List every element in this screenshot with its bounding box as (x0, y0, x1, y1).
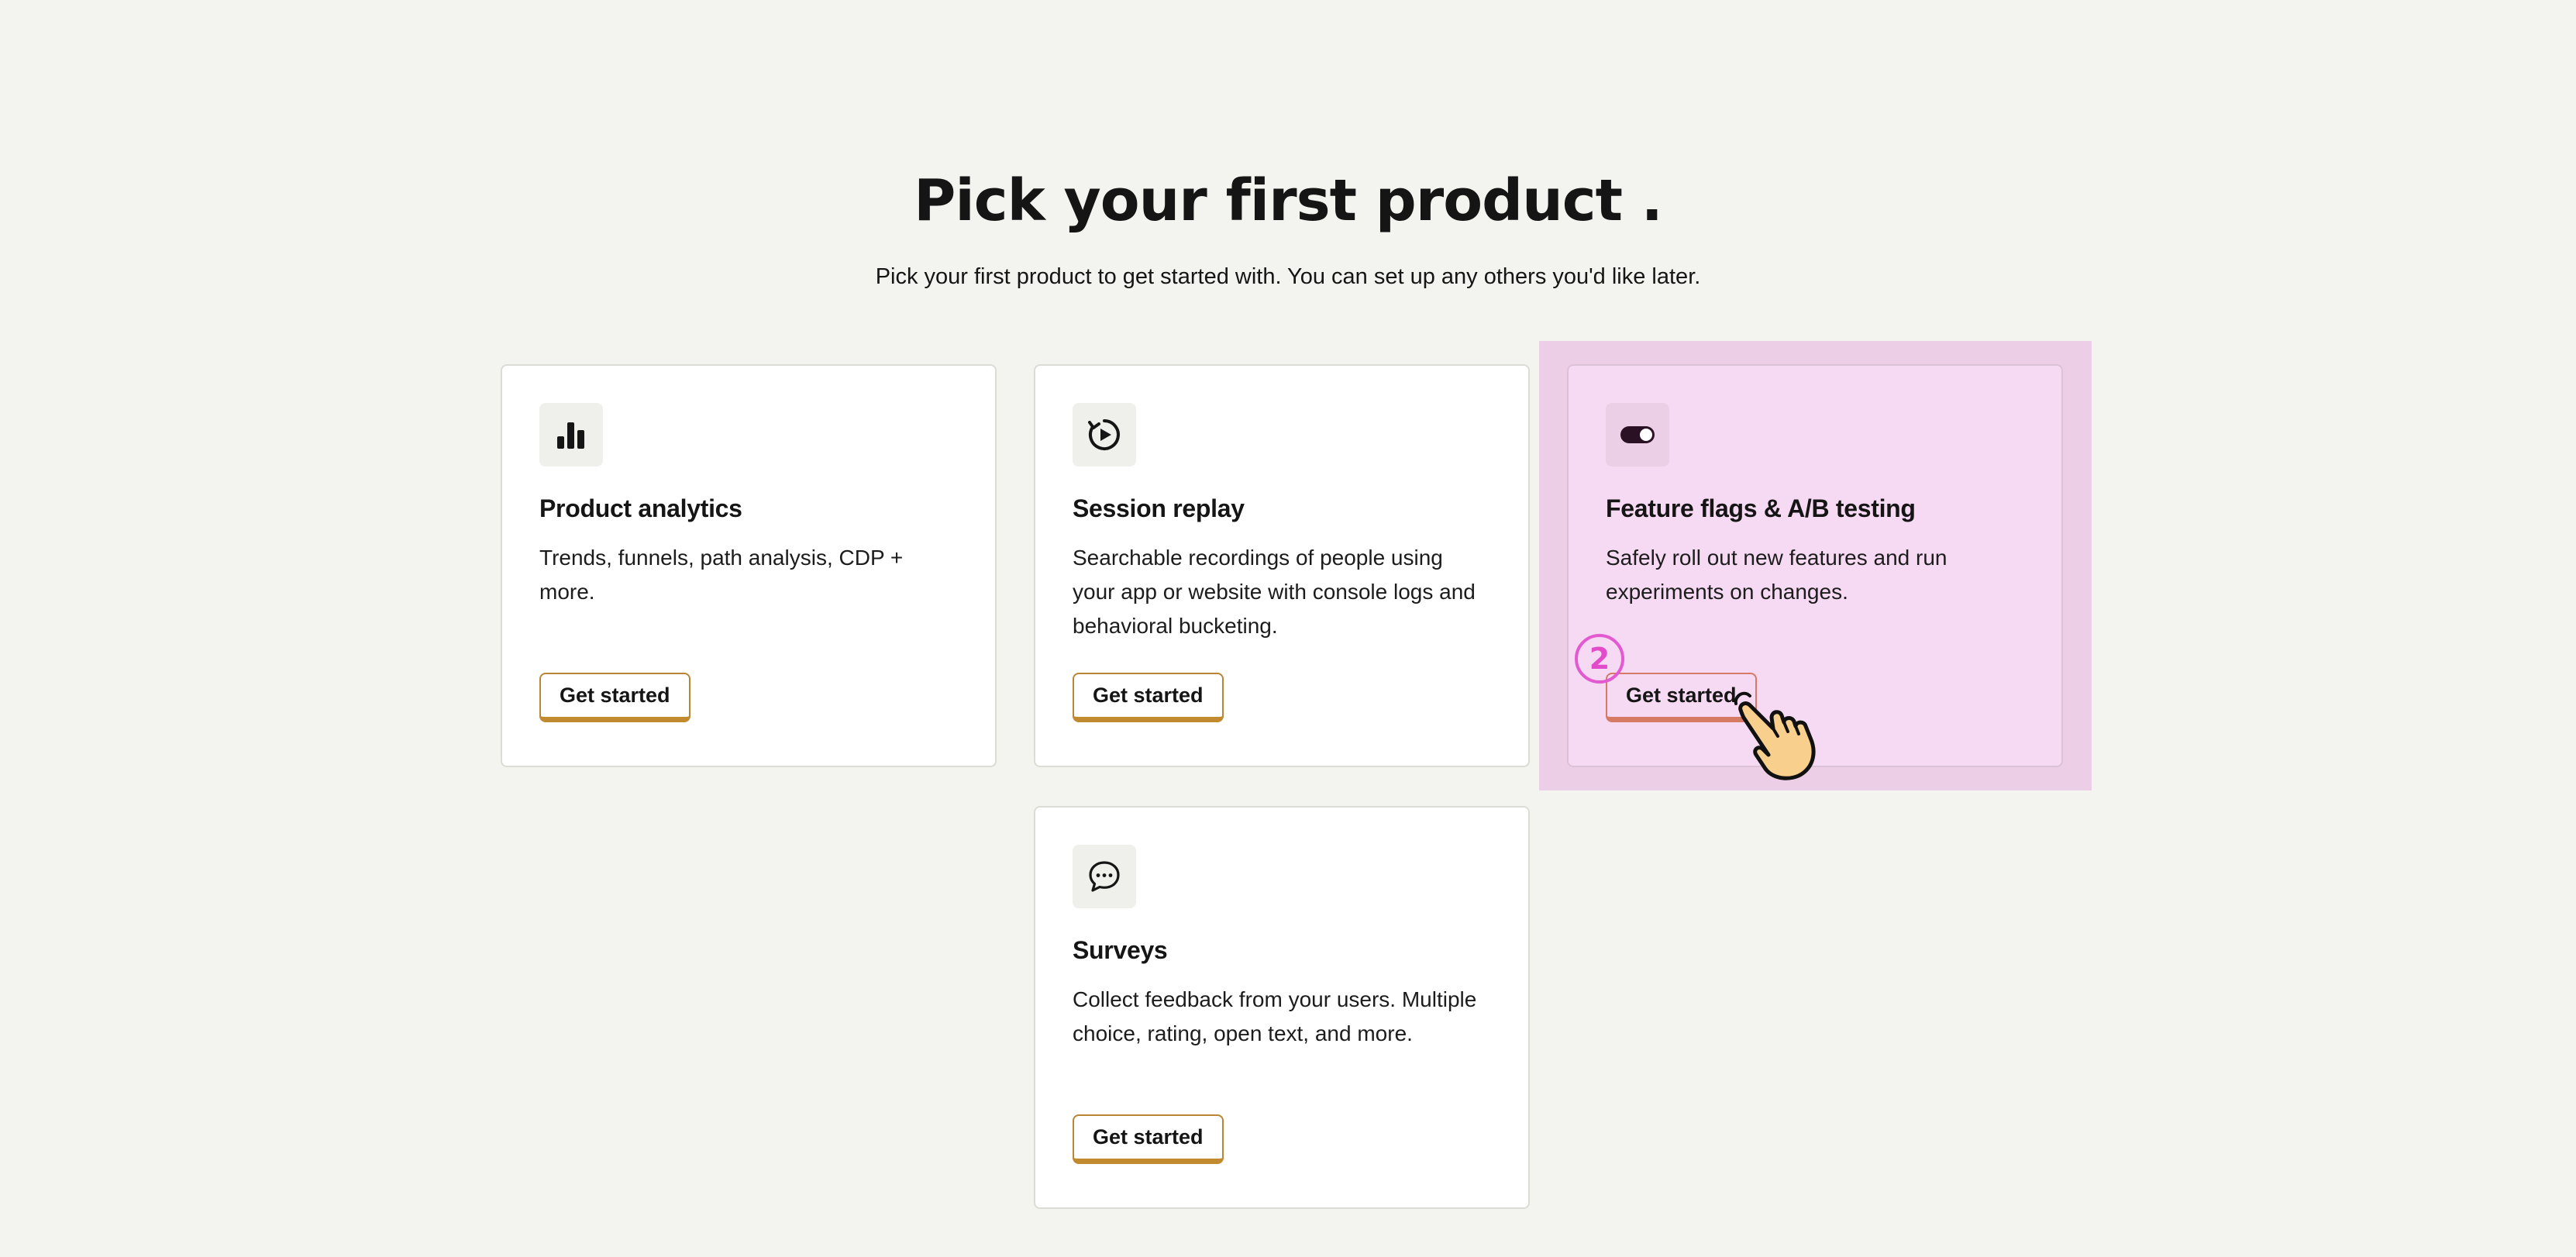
get-started-button[interactable]: Get started (1073, 673, 1224, 722)
page-subtitle: Pick your first product to get started w… (875, 264, 1701, 289)
get-started-button[interactable]: Get started (539, 673, 690, 722)
page-title: Pick your first product . (914, 167, 1663, 234)
product-title: Session replay (1073, 494, 1245, 522)
step-number-badge: 2 (1575, 634, 1624, 684)
product-title: Surveys (1073, 936, 1168, 964)
product-title: Feature flags & A/B testing (1606, 494, 1916, 522)
product-description: Safely roll out new features and run exp… (1606, 546, 1947, 604)
product-description: Collect feedback from your users. Multip… (1073, 987, 1477, 1045)
get-started-button[interactable]: Get started (1073, 1114, 1224, 1164)
product-card-surveys: Surveys Collect feedback from your users… (1034, 806, 1530, 1209)
toggle-icon (1606, 403, 1669, 467)
product-title: Product analytics (539, 494, 742, 522)
replay-icon (1073, 403, 1136, 467)
product-description: Trends, funnels, path analysis, CDP + mo… (539, 546, 904, 604)
product-card-session-replay: Session replay Searchable recordings of … (1034, 364, 1530, 767)
bar-chart-icon (539, 403, 603, 467)
product-card-analytics: Product analytics Trends, funnels, path … (501, 364, 997, 767)
chat-bubble-icon (1073, 845, 1136, 908)
hand-pointer-icon (1734, 691, 1816, 780)
product-description: Searchable recordings of people using yo… (1073, 546, 1476, 638)
